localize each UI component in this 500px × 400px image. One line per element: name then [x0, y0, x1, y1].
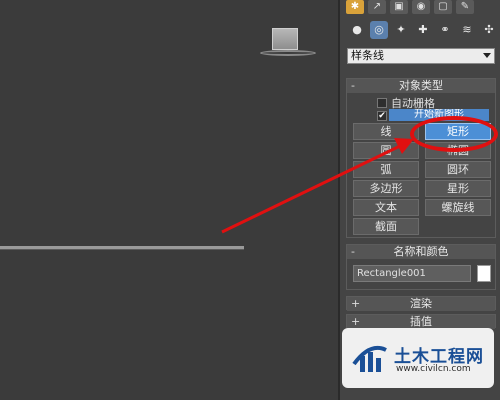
create-subtabs: ● ◎ ✦ ✚ ⚭ ≋ ✣ [348, 20, 498, 40]
interpolation-title: 插值 [410, 315, 432, 328]
watermark: 土木工程网 www.civilcn.com [342, 328, 494, 388]
geometry-icon[interactable]: ● [348, 21, 366, 39]
viewport[interactable] [0, 0, 338, 400]
shapes-icon[interactable]: ◎ [370, 21, 388, 39]
cameras-icon[interactable]: ✚ [414, 21, 432, 39]
utilities-tab-icon[interactable]: ✎ [456, 0, 474, 14]
start-new-row[interactable]: ✔ [377, 109, 387, 122]
hierarchy-tab-icon[interactable]: ▣ [390, 0, 408, 14]
star-button[interactable]: 星形 [425, 180, 491, 197]
watermark-url: www.civilcn.com [396, 364, 471, 374]
lights-icon[interactable]: ✦ [392, 21, 410, 39]
expand-icon: + [351, 315, 361, 328]
arc-button[interactable]: 弧 [353, 161, 419, 178]
object-color-swatch[interactable] [477, 265, 491, 282]
ngon-button[interactable]: 多边形 [353, 180, 419, 197]
space-warps-icon[interactable]: ≋ [458, 21, 476, 39]
auto-grid-row[interactable]: 自动栅格 [377, 96, 435, 110]
expand-icon: + [351, 297, 361, 310]
helix-button[interactable]: 螺旋线 [425, 199, 491, 216]
donut-button[interactable]: 圆环 [425, 161, 491, 178]
rendering-title: 渲染 [410, 297, 432, 310]
line-button[interactable]: 线 [353, 123, 419, 140]
object-type-rollout: - 对象类型 自动栅格 ✔ 开始新图形 线 矩形 圆 椭圆 弧 圆环 多边形 星… [346, 78, 496, 238]
auto-grid-checkbox[interactable] [377, 97, 387, 108]
circle-button[interactable]: 圆 [353, 142, 419, 159]
rendering-rollout: + 渲染 [346, 296, 496, 311]
section-button[interactable]: 截面 [353, 218, 419, 235]
object-name-input[interactable]: Rectangle001 [353, 265, 471, 282]
name-and-color-rollout: - 名称和颜色 Rectangle001 [346, 244, 496, 290]
category-dropdown-value: 样条线 [351, 49, 384, 62]
collapse-icon: - [351, 79, 355, 92]
name-and-color-header[interactable]: - 名称和颜色 [347, 245, 495, 259]
civilcn-logo-icon [352, 345, 387, 372]
rendering-header[interactable]: + 渲染 [347, 297, 495, 311]
object-box [272, 28, 298, 50]
spline-line[interactable] [0, 246, 244, 250]
interpolation-header[interactable]: + 插值 [347, 315, 495, 329]
collapse-icon: - [351, 245, 355, 258]
object-type-header[interactable]: - 对象类型 [347, 79, 495, 93]
object-base [260, 50, 316, 56]
display-tab-icon[interactable]: ▢ [434, 0, 452, 14]
start-new-checkbox[interactable]: ✔ [377, 110, 387, 121]
panel-tabs: ✱ ↗ ▣ ◉ ▢ ✎ [346, 0, 496, 14]
chevron-down-icon [483, 53, 491, 58]
helpers-icon[interactable]: ⚭ [436, 21, 454, 39]
name-and-color-title: 名称和颜色 [393, 245, 449, 258]
modify-tab-icon[interactable]: ↗ [368, 0, 386, 14]
create-tab-icon[interactable]: ✱ [346, 0, 364, 14]
motion-tab-icon[interactable]: ◉ [412, 0, 430, 14]
category-dropdown[interactable]: 样条线 [347, 48, 495, 64]
highlight-ellipse [410, 116, 498, 152]
interpolation-rollout: + 插值 [346, 314, 496, 329]
text-button[interactable]: 文本 [353, 199, 419, 216]
object-type-title: 对象类型 [399, 79, 443, 92]
viewport-object-icon [258, 24, 318, 60]
systems-icon[interactable]: ✣ [480, 21, 498, 39]
